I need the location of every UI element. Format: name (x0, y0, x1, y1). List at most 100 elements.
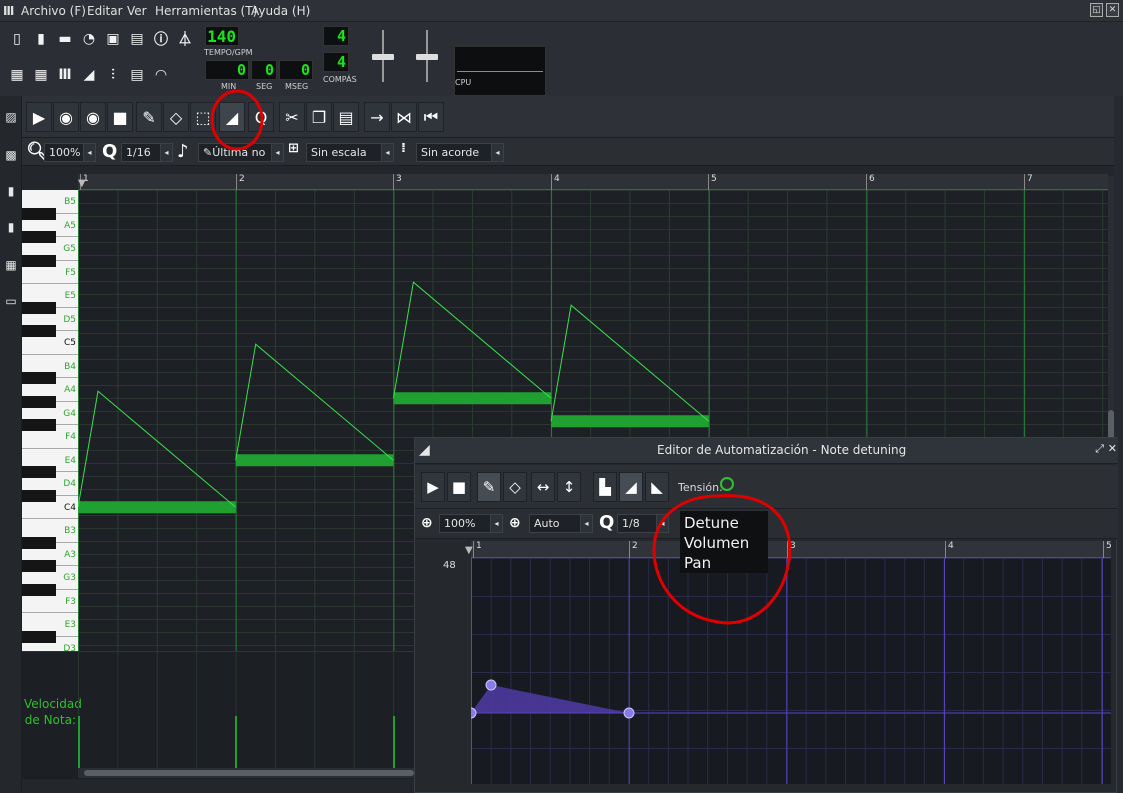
close-icon[interactable]: ✕ (1106, 3, 1119, 17)
piano-key-black[interactable] (22, 489, 56, 502)
velocity-bar[interactable] (393, 716, 395, 772)
piano-roll-options-bar: 🔍︎ 100% ◂ Q 1/16 ◂ ♪ ✎Última no ◂ ⊞ Sin esc… (22, 138, 1114, 166)
flip-horizontal-button[interactable]: ↔ (531, 472, 555, 502)
time-mseg: 0 (279, 60, 313, 80)
cut-button[interactable]: ✂ (279, 102, 305, 132)
automation-editor-icon[interactable]: ◢ (78, 64, 100, 86)
mixer-icon[interactable]: ⫶ (102, 64, 124, 86)
piano-key-black[interactable] (22, 466, 56, 478)
project-notes-icon[interactable]: ▤ (126, 64, 148, 86)
copy-button[interactable]: ❐ (306, 102, 332, 132)
instrument-plugins-icon[interactable]: ▨ (4, 110, 18, 124)
piano-key-black[interactable] (22, 301, 56, 314)
my-projects-icon[interactable]: ▩ (4, 148, 18, 162)
zoom-x-combo[interactable]: 100% ◂ (439, 514, 503, 533)
go-to-start-button[interactable]: ⏮ (418, 102, 444, 132)
my-presets-icon[interactable]: ▮ (4, 220, 18, 234)
automation-point[interactable] (623, 707, 635, 719)
save-icon[interactable]: ▣ (102, 28, 124, 50)
menu-tools[interactable]: Herramientas (T) (155, 4, 257, 18)
metronome-icon[interactable]: ⏃ (174, 28, 196, 50)
quantize-combo[interactable]: 1/16 ◂ (121, 143, 173, 162)
discrete-progression-button[interactable]: ▙ (593, 472, 617, 502)
erase-mode-button[interactable]: ◇ (503, 472, 527, 502)
automation-editor-titlebar[interactable]: ◢ Editor de Automatización - Note detuni… (415, 438, 1118, 464)
recent-projects-icon[interactable]: ◔ (78, 28, 100, 50)
record-button[interactable]: ◉ (53, 102, 79, 132)
note[interactable] (393, 392, 552, 405)
menu-help[interactable]: Ayuda (H) (251, 4, 310, 18)
zoom-combo[interactable]: 100% ◂ (44, 143, 96, 162)
open-project-icon[interactable]: ▬ (54, 28, 76, 50)
scale-combo[interactable]: Sin escala ◂ (306, 143, 394, 162)
piano-key-black[interactable] (22, 325, 56, 337)
menu-file[interactable]: Archivo (F) (21, 4, 86, 18)
piano-key-black[interactable] (22, 231, 56, 243)
window-controls: ◱ ✕ (1090, 3, 1119, 17)
time-sig-denominator[interactable]: 4 (323, 52, 349, 72)
velocity-label: Velocidad de Nota: (24, 697, 82, 727)
draw-mode-button[interactable]: ✎ (136, 102, 162, 132)
piano-key-black[interactable] (22, 419, 56, 431)
song-editor-icon[interactable]: ▦ (6, 64, 28, 86)
piano-roll-toolbar: ▶ ◉ ◉ ■ ✎ ◇ ⬚ ◢ Q ✂ ❐ ▤ → ⋈ ⏮ (22, 96, 1114, 138)
velocity-bar[interactable] (235, 716, 237, 772)
playhead-marker-icon[interactable]: ▼ (78, 178, 86, 189)
detune-curve (392, 281, 552, 399)
play-button[interactable]: ▶ (26, 102, 52, 132)
piano-key-black[interactable] (22, 395, 56, 408)
export-icon[interactable]: ▤ (126, 28, 148, 50)
bar-6: 6 (866, 174, 875, 190)
velocity-bar[interactable] (78, 716, 80, 772)
playhead-marker-icon[interactable]: ▼ (465, 545, 473, 556)
note[interactable] (235, 454, 394, 467)
play-button[interactable]: ▶ (421, 472, 445, 502)
master-pitch-slider[interactable] (412, 28, 442, 86)
menu-view[interactable]: Ver (127, 4, 147, 18)
paste-button[interactable]: ▤ (333, 102, 359, 132)
new-project-icon[interactable]: ▯ (6, 28, 28, 50)
detune-curve (78, 390, 237, 508)
piano-key-black[interactable] (22, 536, 56, 549)
side-bar: ▨ ▩ ▮ ▮ ▦ ▭ (0, 96, 22, 793)
flip-vertical-button[interactable]: ↕ (557, 472, 581, 502)
controller-rack-icon[interactable]: ◠ (150, 64, 172, 86)
chord-combo[interactable]: Sin acorde ◂ (416, 143, 504, 162)
oscilloscope[interactable] (454, 46, 546, 96)
my-samples-icon[interactable]: ▮ (4, 184, 18, 198)
restore-icon[interactable]: ◱ (1090, 3, 1103, 17)
erase-mode-button[interactable]: ◇ (163, 102, 189, 132)
timeline-ruler[interactable]: 1 2 3 4 5 6 7 ▼ (78, 174, 1108, 190)
automation-point[interactable] (485, 679, 497, 691)
step-back-button[interactable]: ⋈ (391, 102, 417, 132)
maximize-icon[interactable]: ⤢ (1095, 442, 1104, 456)
linear-progression-button[interactable]: ◢ (619, 472, 643, 502)
whats-this-icon[interactable]: ⓘ (150, 28, 172, 50)
stop-button[interactable]: ■ (107, 102, 133, 132)
master-volume-slider[interactable] (368, 28, 398, 86)
piano-key-black[interactable] (22, 372, 56, 384)
zoom-y-combo[interactable]: Auto ◂ (529, 514, 593, 533)
my-home-icon[interactable]: ▦ (4, 258, 18, 272)
note[interactable] (551, 415, 709, 428)
piano-keyboard[interactable]: B5 A5 G5 F5 E5 D5 C5 B4 A4 G4 F4 E4 D4 C4 B3 A3 G3 F3 E3 D3 (22, 190, 78, 660)
new-from-template-icon[interactable]: ▮ (30, 28, 52, 50)
piano-key-black[interactable] (22, 583, 56, 596)
time-sig-numerator[interactable]: 4 (323, 26, 349, 46)
note[interactable] (78, 501, 236, 514)
draw-mode-button[interactable]: ✎ (477, 472, 501, 502)
time-sig-label: COMPÁS (323, 75, 357, 84)
piano-key-black[interactable] (22, 207, 56, 220)
menu-edit[interactable]: Editar (87, 4, 123, 18)
piano-key-black[interactable] (22, 254, 56, 267)
record-while-playing-button[interactable]: ◉ (80, 102, 106, 132)
piano-key-black[interactable] (22, 630, 56, 643)
tempo-display[interactable]: 140 (205, 26, 239, 46)
piano-roll-icon[interactable]: Ⅲ (54, 64, 76, 86)
step-record-button[interactable]: → (364, 102, 390, 132)
stop-button[interactable]: ■ (447, 472, 471, 502)
root-directory-icon[interactable]: ▭ (4, 294, 18, 308)
beat-editor-icon[interactable]: ▦ (30, 64, 52, 86)
piano-key-black[interactable] (22, 560, 56, 572)
close-icon[interactable]: ✕ (1108, 442, 1117, 455)
